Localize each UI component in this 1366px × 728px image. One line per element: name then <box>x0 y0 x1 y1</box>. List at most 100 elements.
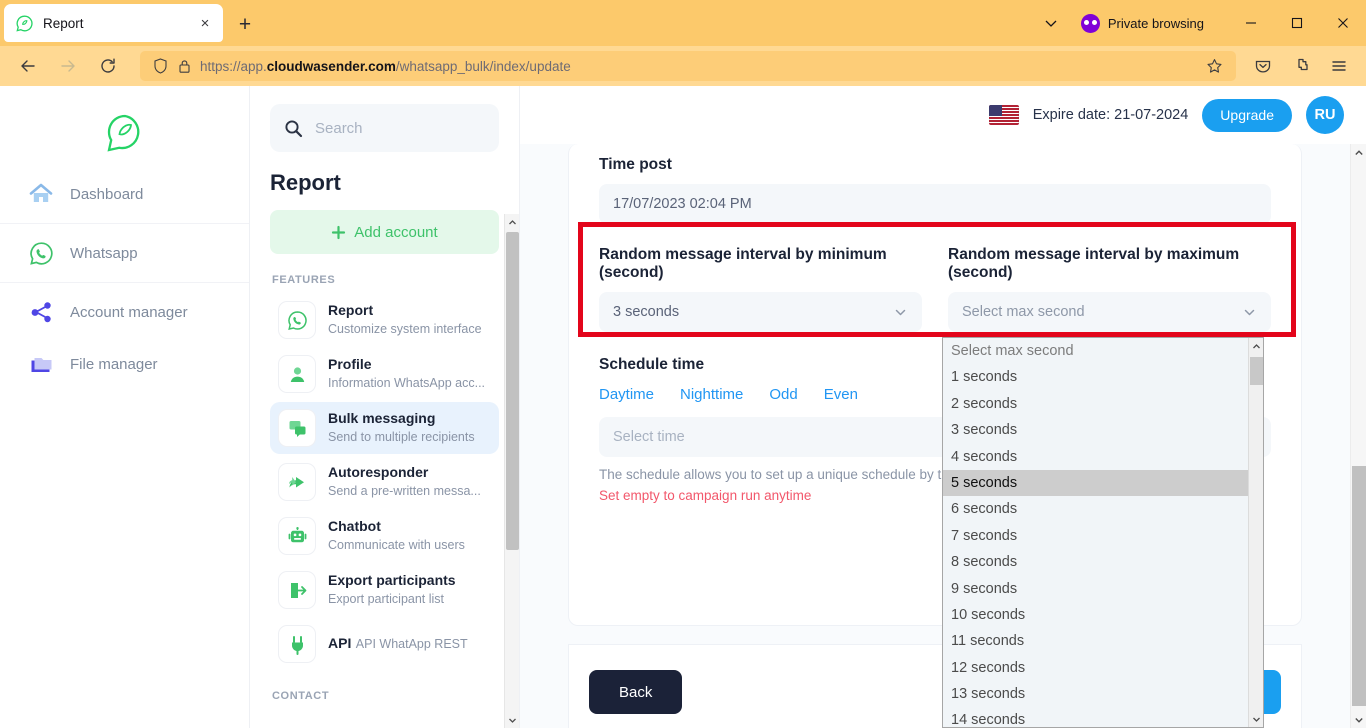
dropdown-option[interactable]: 6 seconds <box>943 496 1248 522</box>
chevron-down-icon[interactable] <box>1031 3 1071 43</box>
new-tab-button[interactable]: + <box>231 10 259 38</box>
app-logo[interactable] <box>0 98 249 168</box>
sidebar-label-whatsapp: Whatsapp <box>70 244 138 262</box>
page-scrollbar-thumb[interactable] <box>1352 466 1366 706</box>
sidebar-label-dashboard: Dashboard <box>70 185 144 203</box>
sidebar-divider <box>0 223 249 224</box>
dropdown-option[interactable]: 9 seconds <box>943 576 1248 602</box>
browser-tab-title: Report <box>43 15 84 31</box>
max-interval-label: Random message interval by maximum (seco… <box>948 246 1240 281</box>
dropdown-option[interactable]: 7 seconds <box>943 523 1248 549</box>
search-input[interactable]: Search <box>270 104 499 152</box>
schedule-link-odd[interactable]: Odd <box>769 386 797 403</box>
dropdown-option[interactable]: 3 seconds <box>943 417 1248 443</box>
sidebar-item-dashboard[interactable]: Dashboard <box>0 168 249 220</box>
feature-item-autoresponder[interactable]: Autoresponder Send a pre-written messa..… <box>270 456 499 508</box>
max-second-dropdown[interactable]: Select max second 1 seconds 2 seconds 3 … <box>942 337 1264 728</box>
feature-name: Autoresponder <box>328 464 429 480</box>
avatar[interactable]: RU <box>1306 96 1344 134</box>
feature-desc: Customize system interface <box>328 322 482 336</box>
dropdown-option[interactable]: Select max second <box>943 338 1248 364</box>
feature-item-chatbot[interactable]: Chatbot Communicate with users <box>270 510 499 562</box>
feature-name: Report <box>328 302 374 318</box>
expire-date-text: Expire date: 21-07-2024 <box>1032 107 1189 123</box>
schedule-link-even[interactable]: Even <box>824 386 858 403</box>
dropdown-option-selected[interactable]: 5 seconds <box>943 469 1248 497</box>
page-scrollbar[interactable] <box>1350 144 1366 728</box>
home-icon <box>28 181 54 207</box>
us-flag-icon <box>988 105 1019 125</box>
extensions-icon[interactable] <box>1285 50 1317 82</box>
close-icon[interactable]: × <box>195 13 215 33</box>
sidebar-label-file-manager: File manager <box>70 355 158 373</box>
close-window-button[interactable] <box>1320 0 1366 46</box>
pocket-icon[interactable] <box>1247 50 1279 82</box>
feature-item-report[interactable]: Report Customize system interface <box>270 294 499 346</box>
back-arrow-icon[interactable] <box>11 50 45 82</box>
panel-scrollbar[interactable] <box>504 214 519 728</box>
min-interval-select[interactable]: 3 seconds <box>599 292 922 332</box>
panel-group-contact: CONTACT <box>272 690 330 702</box>
user-icon <box>278 355 316 393</box>
scroll-up-icon[interactable] <box>1249 338 1263 354</box>
browser-tabstrip: Report × + Private browsing <box>0 0 1366 46</box>
shield-icon[interactable] <box>148 58 172 74</box>
sidebar-label-account-manager: Account manager <box>70 303 188 321</box>
scroll-up-icon[interactable] <box>505 214 520 230</box>
menu-icon[interactable] <box>1323 50 1355 82</box>
feature-text: Bulk messaging Send to multiple recipien… <box>328 410 491 446</box>
dropdown-option[interactable]: 1 seconds <box>943 364 1248 390</box>
feature-item-profile[interactable]: Profile Information WhatsApp acc... <box>270 348 499 400</box>
reload-icon[interactable] <box>91 50 125 82</box>
feature-item-bulk-messaging[interactable]: Bulk messaging Send to multiple recipien… <box>270 402 499 454</box>
max-interval-value: Select max second <box>962 304 1085 320</box>
feature-item-api[interactable]: API API WhatApp REST <box>270 618 499 670</box>
time-post-label: Time post <box>599 156 672 173</box>
feature-text: API API WhatApp REST <box>328 635 468 653</box>
dropdown-option[interactable]: 13 seconds <box>943 681 1248 707</box>
interval-row: Random message interval by minimum (seco… <box>599 246 1271 332</box>
dropdown-option[interactable]: 2 seconds <box>943 391 1248 417</box>
browser-window-controls: Private browsing <box>1031 0 1366 46</box>
add-account-button[interactable]: Add account <box>270 210 499 254</box>
sidebar-item-account-manager[interactable]: Account manager <box>0 286 249 338</box>
scroll-down-icon[interactable] <box>505 712 520 728</box>
dropdown-option[interactable]: 8 seconds <box>943 549 1248 575</box>
minimize-button[interactable] <box>1228 0 1274 46</box>
feature-name: Bulk messaging <box>328 410 436 426</box>
dropdown-option-list: Select max second 1 seconds 2 seconds 3 … <box>943 338 1248 727</box>
star-icon[interactable] <box>1200 58 1228 75</box>
schedule-link-daytime[interactable]: Daytime <box>599 386 654 403</box>
dropdown-scrollbar-thumb[interactable] <box>1250 357 1263 385</box>
max-interval-select[interactable]: Select max second <box>948 292 1271 332</box>
back-button[interactable]: Back <box>589 670 683 714</box>
maximize-button[interactable] <box>1274 0 1320 46</box>
feature-item-export-participants[interactable]: Export participants Export participant l… <box>270 564 499 616</box>
scroll-down-icon[interactable] <box>1351 711 1366 728</box>
add-account-label: Add account <box>354 223 438 241</box>
browser-tab[interactable]: Report × <box>4 4 223 42</box>
dropdown-scrollbar[interactable] <box>1248 338 1263 727</box>
upgrade-button[interactable]: Upgrade <box>1202 98 1292 132</box>
time-post-field[interactable]: 17/07/2023 02:04 PM <box>599 184 1271 224</box>
dropdown-option[interactable]: 12 seconds <box>943 655 1248 681</box>
url-bar[interactable]: https://app.cloudwasender.com/whatsapp_b… <box>140 51 1236 81</box>
dropdown-option[interactable]: 10 seconds <box>943 602 1248 628</box>
folder-icon <box>28 351 54 377</box>
lock-icon[interactable] <box>172 59 196 74</box>
dropdown-option[interactable]: 4 seconds <box>943 444 1248 470</box>
search-placeholder: Search <box>315 119 363 137</box>
sidebar-item-file-manager[interactable]: File manager <box>0 338 249 390</box>
min-interval-label: Random message interval by minimum (seco… <box>599 246 887 281</box>
forward-arrow-icon[interactable] <box>51 50 85 82</box>
scroll-up-icon[interactable] <box>1351 144 1366 161</box>
feature-desc: API WhatApp REST <box>355 637 468 651</box>
robot-icon <box>278 517 316 555</box>
sidebar-item-whatsapp[interactable]: Whatsapp <box>0 227 249 279</box>
dropdown-option[interactable]: 11 seconds <box>943 628 1248 654</box>
schedule-link-nighttime[interactable]: Nighttime <box>680 386 743 403</box>
scroll-down-icon[interactable] <box>1249 711 1263 727</box>
dropdown-option[interactable]: 14 seconds <box>943 707 1248 727</box>
panel-scrollbar-thumb[interactable] <box>506 232 519 550</box>
share-nodes-icon <box>28 299 54 325</box>
